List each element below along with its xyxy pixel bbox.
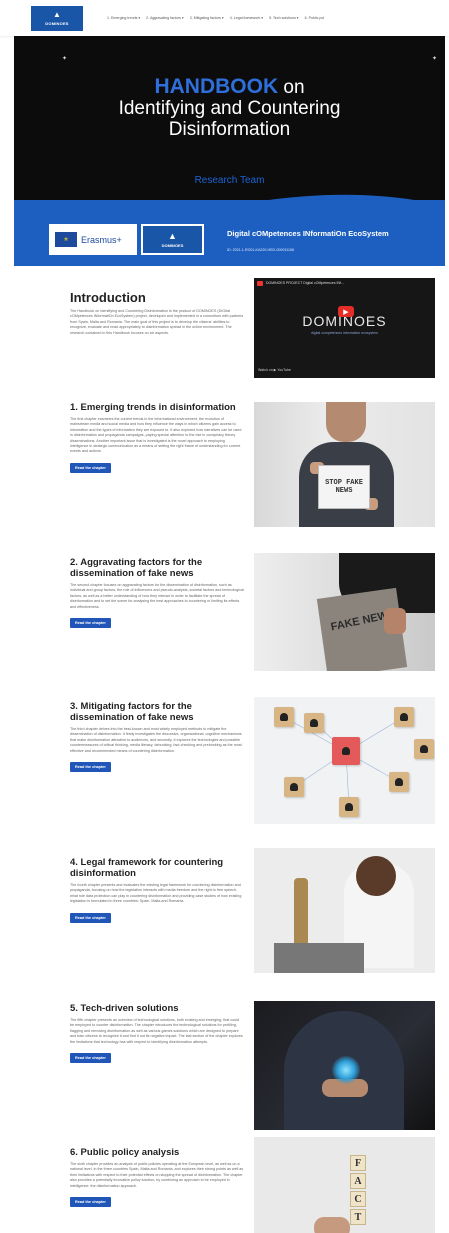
section-text: The first chapter examines the current t… [70,417,242,454]
section-title: 5. Tech-driven solutions [70,1003,179,1014]
wave-divider [14,194,445,214]
video-title[interactable]: DOMINOES PROJECT Digital cOMpetences INf… [266,281,344,285]
dominoes-logo: ▲ DOMINOES [141,224,204,255]
section-legal-framework: 4. Legal framework for countering disinf… [70,857,244,924]
finger [314,1217,350,1233]
highlighted-person-cube-icon [332,737,360,765]
brain-hologram-icon [332,1056,360,1084]
hero-subtitle[interactable]: Research Team [14,175,445,186]
play-icon[interactable]: ▶ [338,306,354,317]
letter-block: F [350,1155,366,1171]
fake-news-newspaper-image: FAKE NEWS [254,553,435,671]
project-id: ID: 2021-1-RO01-KA220-HED-000031158 [227,248,295,252]
erasmus-logo: ✭ Erasmus+ [49,224,137,255]
section-title: 2. Aggravating factors for the dissemina… [70,557,203,579]
dominoes-icon: ▲ [53,9,61,19]
person-head [326,402,366,442]
hero-title-line3: Disinformation [168,119,291,140]
logo-label: DOMINOES [45,20,69,26]
dominoes-icon: ▲ [168,230,177,241]
section-text: The second chapter focuses on aggravatin… [70,583,244,609]
person-cube-icon [339,797,359,817]
section-title: 6. Public policy analysis [70,1147,180,1158]
section-text: The sixth chapter provides an analysis o… [70,1162,244,1188]
section-text: The Handbook on Identifying and Counteri… [70,309,244,335]
tech-hologram-image [254,1001,435,1130]
legal-justice-image [254,848,435,973]
person-cube-icon [394,707,414,727]
read-chapter-button[interactable]: Read the chapter [70,462,111,473]
hero-title: HANDBOOK on Identifying and Countering D… [14,76,445,140]
menu-item-emerging-trends[interactable]: 1. Emerging trends ▾ [107,16,140,20]
hero-title-line2: Identifying and Countering [118,98,341,119]
youtube-video-embed[interactable]: DOMINOES PROJECT Digital cOMpetences INf… [254,278,435,378]
hand [384,608,406,634]
letter-block: A [350,1173,366,1189]
person-cube-icon [414,739,434,759]
person-cube-icon [304,713,324,733]
menu-item-public-policy[interactable]: 6. Public pol [305,16,325,20]
section-title: 1. Emerging trends in disinformation [70,402,236,413]
stop-fake-news-sign: STOP FAKE NEWS [318,465,370,509]
network-cubes-image [254,697,435,824]
hero-title-on: on [283,77,305,98]
section-text: The fourth chapter presents and evaluate… [70,883,242,904]
person-cube-icon [274,707,294,727]
hero-title-highlight: HANDBOOK [154,75,279,98]
erasmus-label: Erasmus+ [81,234,122,245]
menu-item-legal-framework[interactable]: 4. Legal framework ▾ [230,16,263,20]
section-text: The fifth chapter presents an overview o… [70,1018,243,1044]
read-chapter-button[interactable]: Read the chapter [70,912,111,923]
sparkle-icon: ✦ [62,56,68,62]
menu-item-aggravating-factors[interactable]: 2. Aggravating factors ▾ [146,16,184,20]
video-titlebar: DOMINOES PROJECT Digital cOMpetences INf… [254,278,435,288]
watch-on-youtube-link[interactable]: Watch on ▶ YouTube [258,368,291,372]
project-title: Digital cOMpetences INformatiOn EcoSyste… [227,229,389,238]
section-title: Introduction [70,290,146,305]
section-title: 3. Mitigating factors for the disseminat… [70,701,194,723]
menu-item-mitigating-factors[interactable]: 3. Mitigating factors ▾ [190,16,224,20]
section-aggravating-factors: 2. Aggravating factors for the dissemina… [70,557,244,629]
letter-block: T [350,1209,366,1225]
section-text: The third chapter delves into the best-k… [70,727,242,753]
site-logo[interactable]: ▲ DOMINOES [31,5,83,31]
read-chapter-button[interactable]: Read the chapter [70,1197,111,1208]
stop-fake-news-image: STOP FAKE NEWS [254,402,435,527]
sparkle-icon: ✦ [432,56,438,62]
section-emerging-trends: 1. Emerging trends in disinformation The… [70,402,244,474]
person-cube-icon [284,777,304,797]
read-chapter-button[interactable]: Read the chapter [70,618,111,629]
main-menu: 1. Emerging trends ▾ 2. Aggravating fact… [107,16,324,20]
dominoes-logo-label: DOMINOES [161,242,184,248]
fact-blocks-image: F A C T [254,1137,435,1233]
letter-block: C [350,1191,366,1207]
video-tagline: digital competences information ecosyste… [311,331,378,335]
youtube-icon [257,280,263,286]
top-nav: ▲ DOMINOES 1. Emerging trends ▾ 2. Aggra… [0,0,449,36]
section-public-policy: 6. Public policy analysis The sixth chap… [70,1147,244,1208]
laptop [274,943,364,973]
read-chapter-button[interactable]: Read the chapter [70,1053,111,1064]
section-introduction: Introduction The Handbook on Identifying… [70,290,244,336]
section-title: 4. Legal framework for countering disinf… [70,857,224,879]
read-chapter-button[interactable]: Read the chapter [70,762,111,773]
eu-flag-icon: ✭ [55,232,77,247]
section-mitigating-factors: 3. Mitigating factors for the disseminat… [70,701,244,773]
woman-hair [356,856,396,896]
section-tech-solutions: 5. Tech-driven solutions The fifth chapt… [70,1003,244,1064]
menu-item-tech-solutions[interactable]: 5. Tech solutions ▾ [269,16,299,20]
person-cube-icon [389,772,409,792]
